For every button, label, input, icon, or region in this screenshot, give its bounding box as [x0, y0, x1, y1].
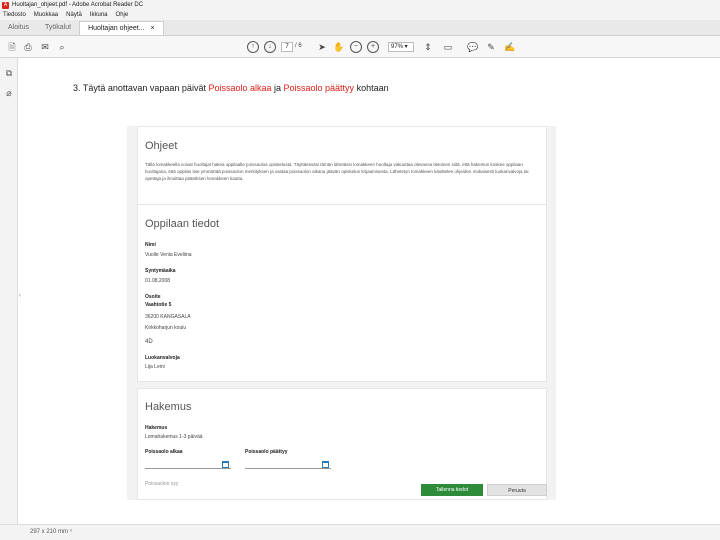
address-label: Osoite — [145, 294, 161, 300]
email-icon[interactable]: ✉ — [39, 41, 51, 53]
application-type-value: Lomahakemus 1-3 päivää — [145, 434, 203, 440]
teacher-value: Lija Leini — [145, 364, 165, 370]
previous-page-icon[interactable]: ↑ — [247, 41, 259, 53]
next-page-icon[interactable]: ↓ — [264, 41, 276, 53]
page-count: / 6 — [295, 43, 302, 49]
save-button[interactable]: Tallenna tiedot — [421, 484, 483, 496]
sign-icon[interactable]: ✍ — [504, 41, 516, 53]
tab-document-label: Huoltajan ohjeet... — [88, 24, 145, 32]
menu-window[interactable]: Ikkuna — [90, 12, 108, 18]
school-name: Kirkkoharjun koulu — [145, 325, 187, 331]
student-info-panel: Oppilaan tiedot Nimi Vuolle Venla Evelii… — [137, 204, 547, 382]
teacher-label: Luokanvalvoja — [145, 355, 180, 361]
menu-help[interactable]: Ohje — [116, 12, 129, 18]
acrobat-app-icon: A — [2, 1, 9, 9]
tab-document[interactable]: Huoltajan ohjeet... × — [79, 21, 164, 35]
instruction-step: 3. Täytä anottavan vapaan päivät Poissao… — [73, 83, 389, 93]
comment-icon[interactable]: 💬 — [467, 41, 479, 53]
zoom-value: 97% — [391, 44, 404, 50]
window-titlebar: A Huoltajan_ohjeet.pdf - Adobe Acrobat R… — [0, 0, 720, 10]
close-tab-icon[interactable]: × — [151, 22, 155, 36]
tab-bar: Aloitus Työkalut Huoltajan ohjeet... × — [0, 20, 720, 36]
page-size: 297 x 210 mm — [30, 529, 69, 535]
birth-date-value: 01.08.2008 — [145, 278, 171, 284]
step-text-middle: ja — [271, 83, 284, 93]
absence-end-input[interactable] — [245, 459, 331, 469]
toolbar: 🗎 ⎙ ✉ ⌕ ↑ ↓ 7 / 6 ➤ ✋ − + 97% ▾ ⇕ ▭ 💬 ✎ … — [0, 36, 720, 58]
select-cursor-icon[interactable]: ➤ — [316, 41, 328, 53]
tab-tools[interactable]: Työkalut — [37, 21, 79, 35]
print-icon[interactable]: ⎙ — [22, 41, 34, 53]
step-text-before: Täytä anottavan vapaan päivät — [82, 83, 209, 93]
address-line2: 36200 KANGASALA — [145, 314, 191, 320]
window-title: Huoltajan_ohjeet.pdf - Adobe Acrobat Rea… — [12, 2, 144, 8]
menu-bar: Tiedosto Muokkaa Näytä Ikkuna Ohje — [0, 10, 720, 20]
menu-edit[interactable]: Muokkaa — [34, 12, 58, 18]
menu-view[interactable]: Näytä — [66, 12, 82, 18]
end-calendar-icon[interactable] — [322, 461, 329, 468]
hand-tool-icon[interactable]: ✋ — [333, 41, 345, 53]
expand-panel-handle-icon[interactable]: ‹ — [19, 293, 21, 299]
highlight-pen-icon[interactable]: ✎ — [485, 41, 497, 53]
left-navigation-rail: ⧉ ⌀ — [0, 58, 18, 524]
name-label: Nimi — [145, 242, 156, 248]
page-layout-icon[interactable]: ▭ — [442, 41, 454, 53]
absence-start-input[interactable] — [145, 459, 231, 469]
absence-start-label: Poissaolo alkaa — [145, 449, 183, 455]
zoom-select[interactable]: 97% ▾ — [388, 42, 414, 52]
application-panel: Hakemus Hakemus Lomahakemus 1-3 päivää P… — [137, 388, 547, 500]
page-number-input[interactable]: 7 — [281, 42, 293, 52]
absence-reason-label: Poissaolon syy — [145, 481, 179, 487]
search-icon[interactable]: ⌕ — [56, 41, 68, 53]
application-title: Hakemus — [145, 401, 192, 413]
cancel-button[interactable]: Peruuta — [487, 484, 547, 496]
tab-home[interactable]: Aloitus — [0, 21, 37, 35]
status-arrow-icon[interactable]: ‹ — [70, 528, 72, 534]
application-type-label: Hakemus — [145, 425, 168, 431]
save-file-icon[interactable]: 🗎 — [6, 41, 18, 53]
student-info-title: Oppilaan tiedot — [145, 218, 219, 230]
step-field-start: Poissaolo alkaa — [208, 83, 272, 93]
attachment-icon[interactable]: ⌀ — [4, 88, 14, 98]
zoom-out-icon[interactable]: − — [350, 41, 362, 53]
instructions-text: Tällä lomakkeella voivat huoltajat hakea… — [145, 162, 529, 181]
name-value: Vuolle Venla Eveliina — [145, 252, 192, 258]
menu-file[interactable]: Tiedosto — [3, 12, 26, 18]
embedded-form-screenshot: Ohjeet Tällä lomakkeella voivat huoltaja… — [127, 126, 556, 500]
step-field-end: Poissaolo päättyy — [283, 83, 355, 93]
address-line1: Vaahtotie 5 — [145, 302, 172, 308]
step-text-after: kohtaan — [354, 83, 389, 93]
instructions-panel: Ohjeet Tällä lomakkeella voivat huoltaja… — [137, 126, 547, 208]
page-thumbnails-icon[interactable]: ⧉ — [4, 68, 14, 78]
zoom-in-icon[interactable]: + — [367, 41, 379, 53]
grade-value: 4D — [145, 339, 153, 345]
birth-date-label: Syntymäaika — [145, 268, 176, 274]
status-bar: 297 x 210 mm ‹ — [0, 524, 720, 540]
fit-page-icon[interactable]: ⇕ — [422, 41, 434, 53]
absence-end-label: Poissaolo päättyy — [245, 449, 288, 455]
instructions-title: Ohjeet — [145, 140, 178, 152]
step-number: 3. — [73, 83, 81, 93]
start-calendar-icon[interactable] — [222, 461, 229, 468]
